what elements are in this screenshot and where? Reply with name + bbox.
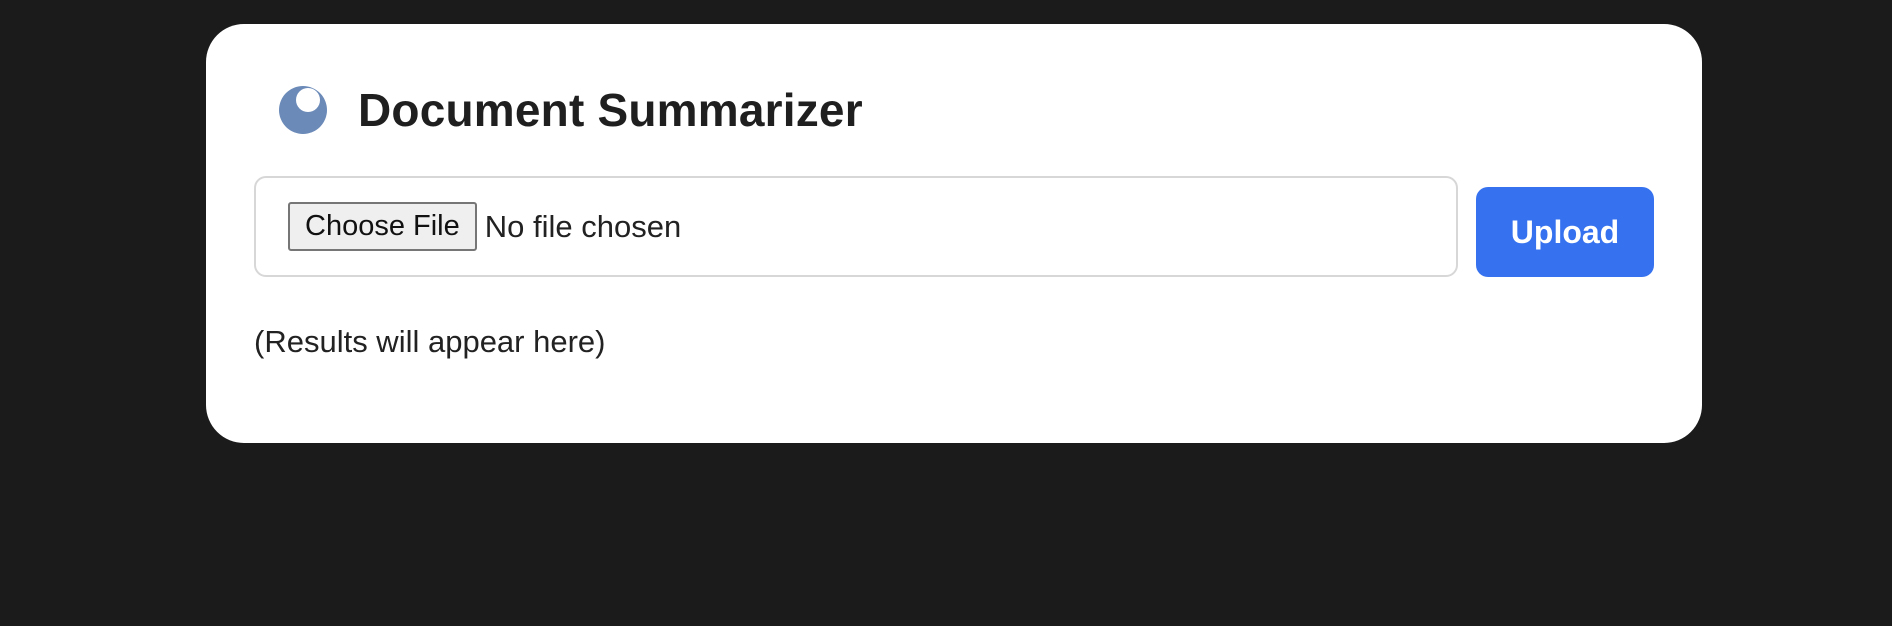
summarizer-card: Document Summarizer Choose File No file … [206, 24, 1702, 443]
results-placeholder: (Results will appear here) [254, 324, 606, 359]
upload-button[interactable]: Upload [1476, 187, 1654, 277]
choose-file-button[interactable]: Choose File [288, 202, 477, 251]
page-title: Document Summarizer [358, 84, 863, 136]
file-status: No file chosen [484, 208, 682, 244]
moon-icon [279, 86, 327, 134]
header: Document Summarizer [274, 80, 863, 140]
file-input[interactable]: Choose File No file chosen [254, 176, 1458, 277]
